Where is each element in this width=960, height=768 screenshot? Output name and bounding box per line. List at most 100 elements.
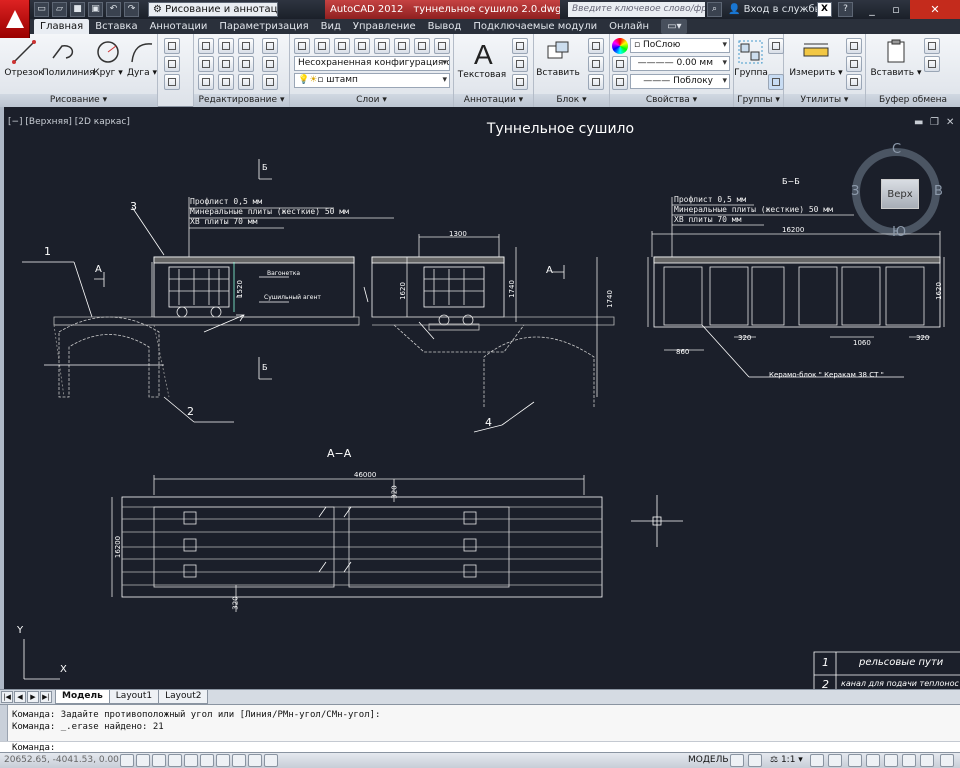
lineweight-icon[interactable] — [612, 56, 628, 72]
scale-icon[interactable] — [218, 74, 234, 90]
tab-layout2[interactable]: Layout2 — [158, 690, 209, 704]
isolate-objects-icon[interactable] — [902, 754, 916, 767]
line-button[interactable]: Отрезок — [2, 36, 46, 92]
layer-dropdown[interactable]: 💡☀▫ штамп — [294, 73, 450, 88]
fillet-icon[interactable] — [238, 56, 254, 72]
viewcube-top[interactable]: Верх — [881, 179, 919, 209]
workspace-dropdown[interactable]: ⚙ Рисование и аннотации ▾ — [148, 2, 278, 17]
tab-output[interactable]: Вывод — [422, 19, 468, 34]
panel-draw-title[interactable]: Рисование ▾ — [0, 94, 157, 107]
first-layout-icon[interactable]: |◀ — [1, 691, 13, 703]
close-button[interactable]: ✕ — [910, 0, 960, 19]
panel-annotation-title[interactable]: Аннотации ▾ — [454, 94, 533, 107]
create-block-icon[interactable] — [588, 38, 604, 54]
linetype-icon[interactable] — [612, 74, 628, 90]
redo-icon[interactable]: ↷ — [124, 2, 139, 17]
match-properties-icon[interactable] — [612, 38, 628, 54]
offset-icon[interactable] — [262, 74, 278, 90]
cut-icon[interactable] — [924, 38, 940, 54]
layer-state-icon[interactable] — [314, 38, 330, 54]
copy-icon[interactable] — [198, 56, 214, 72]
annotation-visibility-icon[interactable] — [810, 754, 824, 767]
panel-properties-title[interactable]: Свойства ▾ — [610, 94, 733, 107]
help-icon[interactable]: ? — [838, 2, 853, 17]
last-layout-icon[interactable]: ▶| — [40, 691, 52, 703]
explode-icon[interactable] — [262, 56, 278, 72]
otrack-icon[interactable] — [200, 754, 214, 767]
copy-clip-icon[interactable] — [924, 56, 940, 72]
rectangle-icon[interactable] — [164, 38, 180, 54]
exchange-icon[interactable]: X — [817, 2, 832, 17]
save-icon[interactable]: ■ — [70, 2, 85, 17]
nav-west[interactable]: З — [851, 184, 859, 199]
binoculars-icon[interactable]: ⌕ — [707, 2, 722, 17]
application-menu-button[interactable] — [0, 0, 30, 38]
polyline-button[interactable]: Полилиния — [42, 36, 95, 92]
leader-icon[interactable] — [512, 56, 528, 72]
panel-block-title[interactable]: Блок ▾ — [534, 94, 609, 107]
panel-clipboard-title[interactable]: Буфер обмена — [866, 94, 960, 107]
tab-insert[interactable]: Вставка — [89, 19, 143, 34]
nav-north[interactable]: С — [892, 142, 901, 157]
nav-south[interactable]: Ю — [892, 225, 906, 240]
tab-model[interactable]: Модель — [55, 690, 110, 704]
model-space-button[interactable]: МОДЕЛЬ — [688, 755, 729, 765]
measure-button[interactable]: Измерить ▾ — [788, 36, 844, 92]
quick-select-icon[interactable] — [846, 38, 862, 54]
trim-icon[interactable] — [238, 38, 254, 54]
tab-plugins[interactable]: Подключаемые модули — [467, 19, 603, 34]
text-button[interactable]: A Текстовая — [456, 36, 508, 92]
minimize-button[interactable]: _ — [860, 0, 884, 19]
ducs-icon[interactable] — [216, 754, 230, 767]
lineweight-toggle-icon[interactable] — [248, 754, 262, 767]
next-layout-icon[interactable]: ▶ — [27, 691, 39, 703]
lock-icon[interactable] — [866, 754, 880, 767]
ungroup-icon[interactable] — [768, 38, 784, 54]
ribbon-toggle-icon[interactable]: ▭▾ — [661, 19, 688, 34]
search-input[interactable]: Введите ключевое слово/фразу — [568, 2, 705, 17]
edit-block-icon[interactable] — [588, 56, 604, 72]
linetype-dropdown[interactable]: ——— Поблоку — [630, 74, 730, 89]
ortho-icon[interactable] — [152, 754, 166, 767]
stretch-icon[interactable] — [198, 74, 214, 90]
tab-view[interactable]: Вид — [315, 19, 347, 34]
hardware-acceleration-icon[interactable] — [884, 754, 898, 767]
hatch-icon[interactable] — [164, 56, 180, 72]
select-all-icon[interactable] — [846, 56, 862, 72]
layer-freeze-icon[interactable] — [374, 38, 390, 54]
group-select-icon[interactable] — [768, 74, 784, 90]
tab-home[interactable]: Главная — [34, 19, 90, 34]
calculator-icon[interactable] — [846, 74, 862, 90]
quick-view-drawings-icon[interactable] — [748, 754, 762, 767]
panel-layers-title[interactable]: Слои ▾ — [290, 94, 453, 107]
osnap-icon[interactable] — [184, 754, 198, 767]
mirror-icon[interactable] — [218, 56, 234, 72]
workspace-switch-icon[interactable] — [848, 754, 862, 767]
tab-manage[interactable]: Управление — [347, 19, 422, 34]
erase-icon[interactable] — [262, 38, 278, 54]
table-icon[interactable] — [512, 74, 528, 90]
layer-lock-icon[interactable] — [414, 38, 430, 54]
dyn-icon[interactable] — [232, 754, 246, 767]
group-button[interactable]: Группа — [734, 36, 768, 92]
dimension-icon[interactable] — [512, 38, 528, 54]
new-icon[interactable]: ▭ — [34, 2, 49, 17]
move-icon[interactable] — [198, 38, 214, 54]
open-icon[interactable]: ▱ — [52, 2, 67, 17]
tab-online[interactable]: Онлайн — [603, 19, 655, 34]
lineweight-dropdown[interactable]: ———— 0.00 мм — [630, 56, 730, 71]
rotate-icon[interactable] — [218, 38, 234, 54]
maximize-button[interactable]: ▫ — [884, 0, 908, 19]
clean-screen-icon[interactable] — [940, 754, 954, 767]
nav-east[interactable]: В — [934, 184, 943, 199]
save-as-icon[interactable]: ▣ — [88, 2, 103, 17]
command-line-handle[interactable] — [0, 705, 8, 741]
array-icon[interactable] — [238, 74, 254, 90]
grid-icon[interactable] — [136, 754, 150, 767]
snap-icon[interactable] — [120, 754, 134, 767]
prev-layout-icon[interactable]: ◀ — [14, 691, 26, 703]
layer-properties-icon[interactable] — [294, 38, 310, 54]
insert-block-button[interactable]: Вставить — [536, 36, 580, 92]
paste-button[interactable]: Вставить ▾ — [870, 36, 922, 92]
tab-layout1[interactable]: Layout1 — [108, 690, 160, 704]
